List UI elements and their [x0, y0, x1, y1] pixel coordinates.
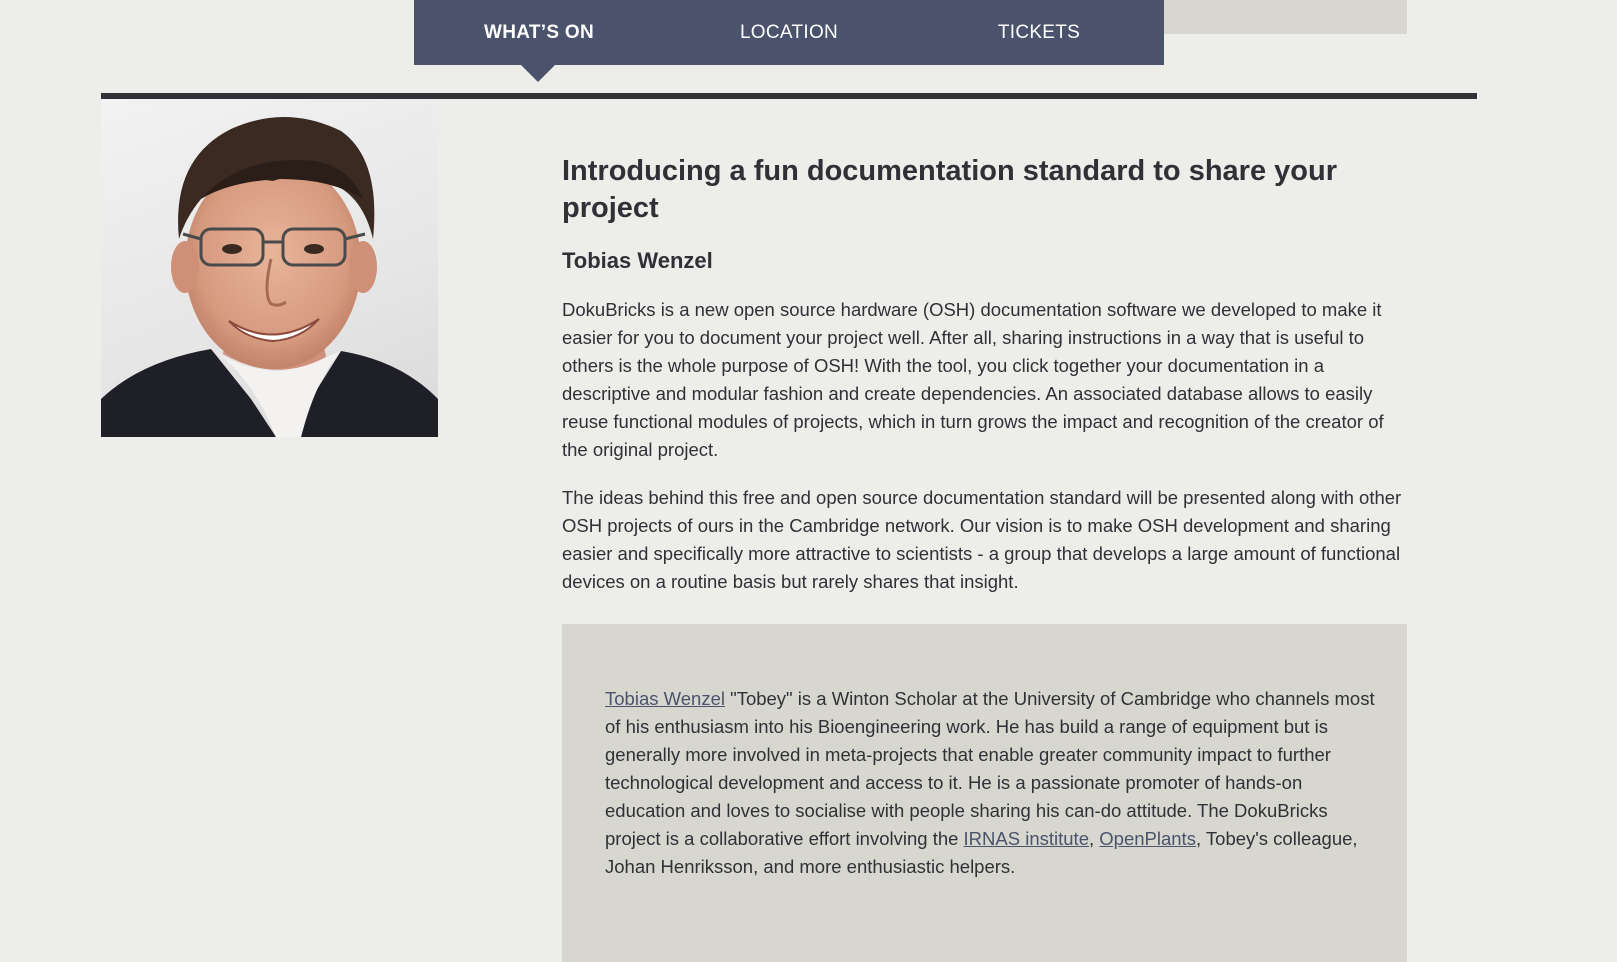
portrait-photo-icon [101, 116, 438, 437]
article-paragraph-2: The ideas behind this free and open sour… [562, 487, 1402, 592]
article: Introducing a fun documentation standard… [562, 153, 1412, 616]
nav-location[interactable]: LOCATION [664, 0, 914, 65]
speaker-bio-panel: Tobias Wenzel "Tobey" is a Winton Schola… [562, 624, 1407, 962]
speaker-profile-link[interactable]: Tobias Wenzel [605, 688, 725, 709]
irnas-institute-link[interactable]: IRNAS institute [964, 828, 1089, 849]
speaker-bio-text: Tobias Wenzel "Tobey" is a Winton Schola… [605, 685, 1380, 881]
bio-text-segment-1: "Tobey" is a Winton Scholar at the Unive… [605, 688, 1375, 849]
top-grey-block [1163, 0, 1407, 34]
nav-whats-on[interactable]: WHAT’S ON [414, 0, 664, 65]
speaker-name: Tobias Wenzel [562, 248, 713, 273]
page-title: Introducing a fun documentation standard… [562, 155, 1337, 224]
active-tab-caret-icon [521, 65, 555, 82]
main-nav: WHAT’S ON LOCATION TICKETS [414, 0, 1164, 65]
nav-tickets[interactable]: TICKETS [914, 0, 1164, 65]
openplants-link[interactable]: OpenPlants [1099, 828, 1196, 849]
bio-text-segment-2: , [1088, 828, 1100, 849]
speaker-photo [101, 99, 438, 437]
article-paragraph-1: DokuBricks is a new open source hardware… [562, 299, 1384, 460]
